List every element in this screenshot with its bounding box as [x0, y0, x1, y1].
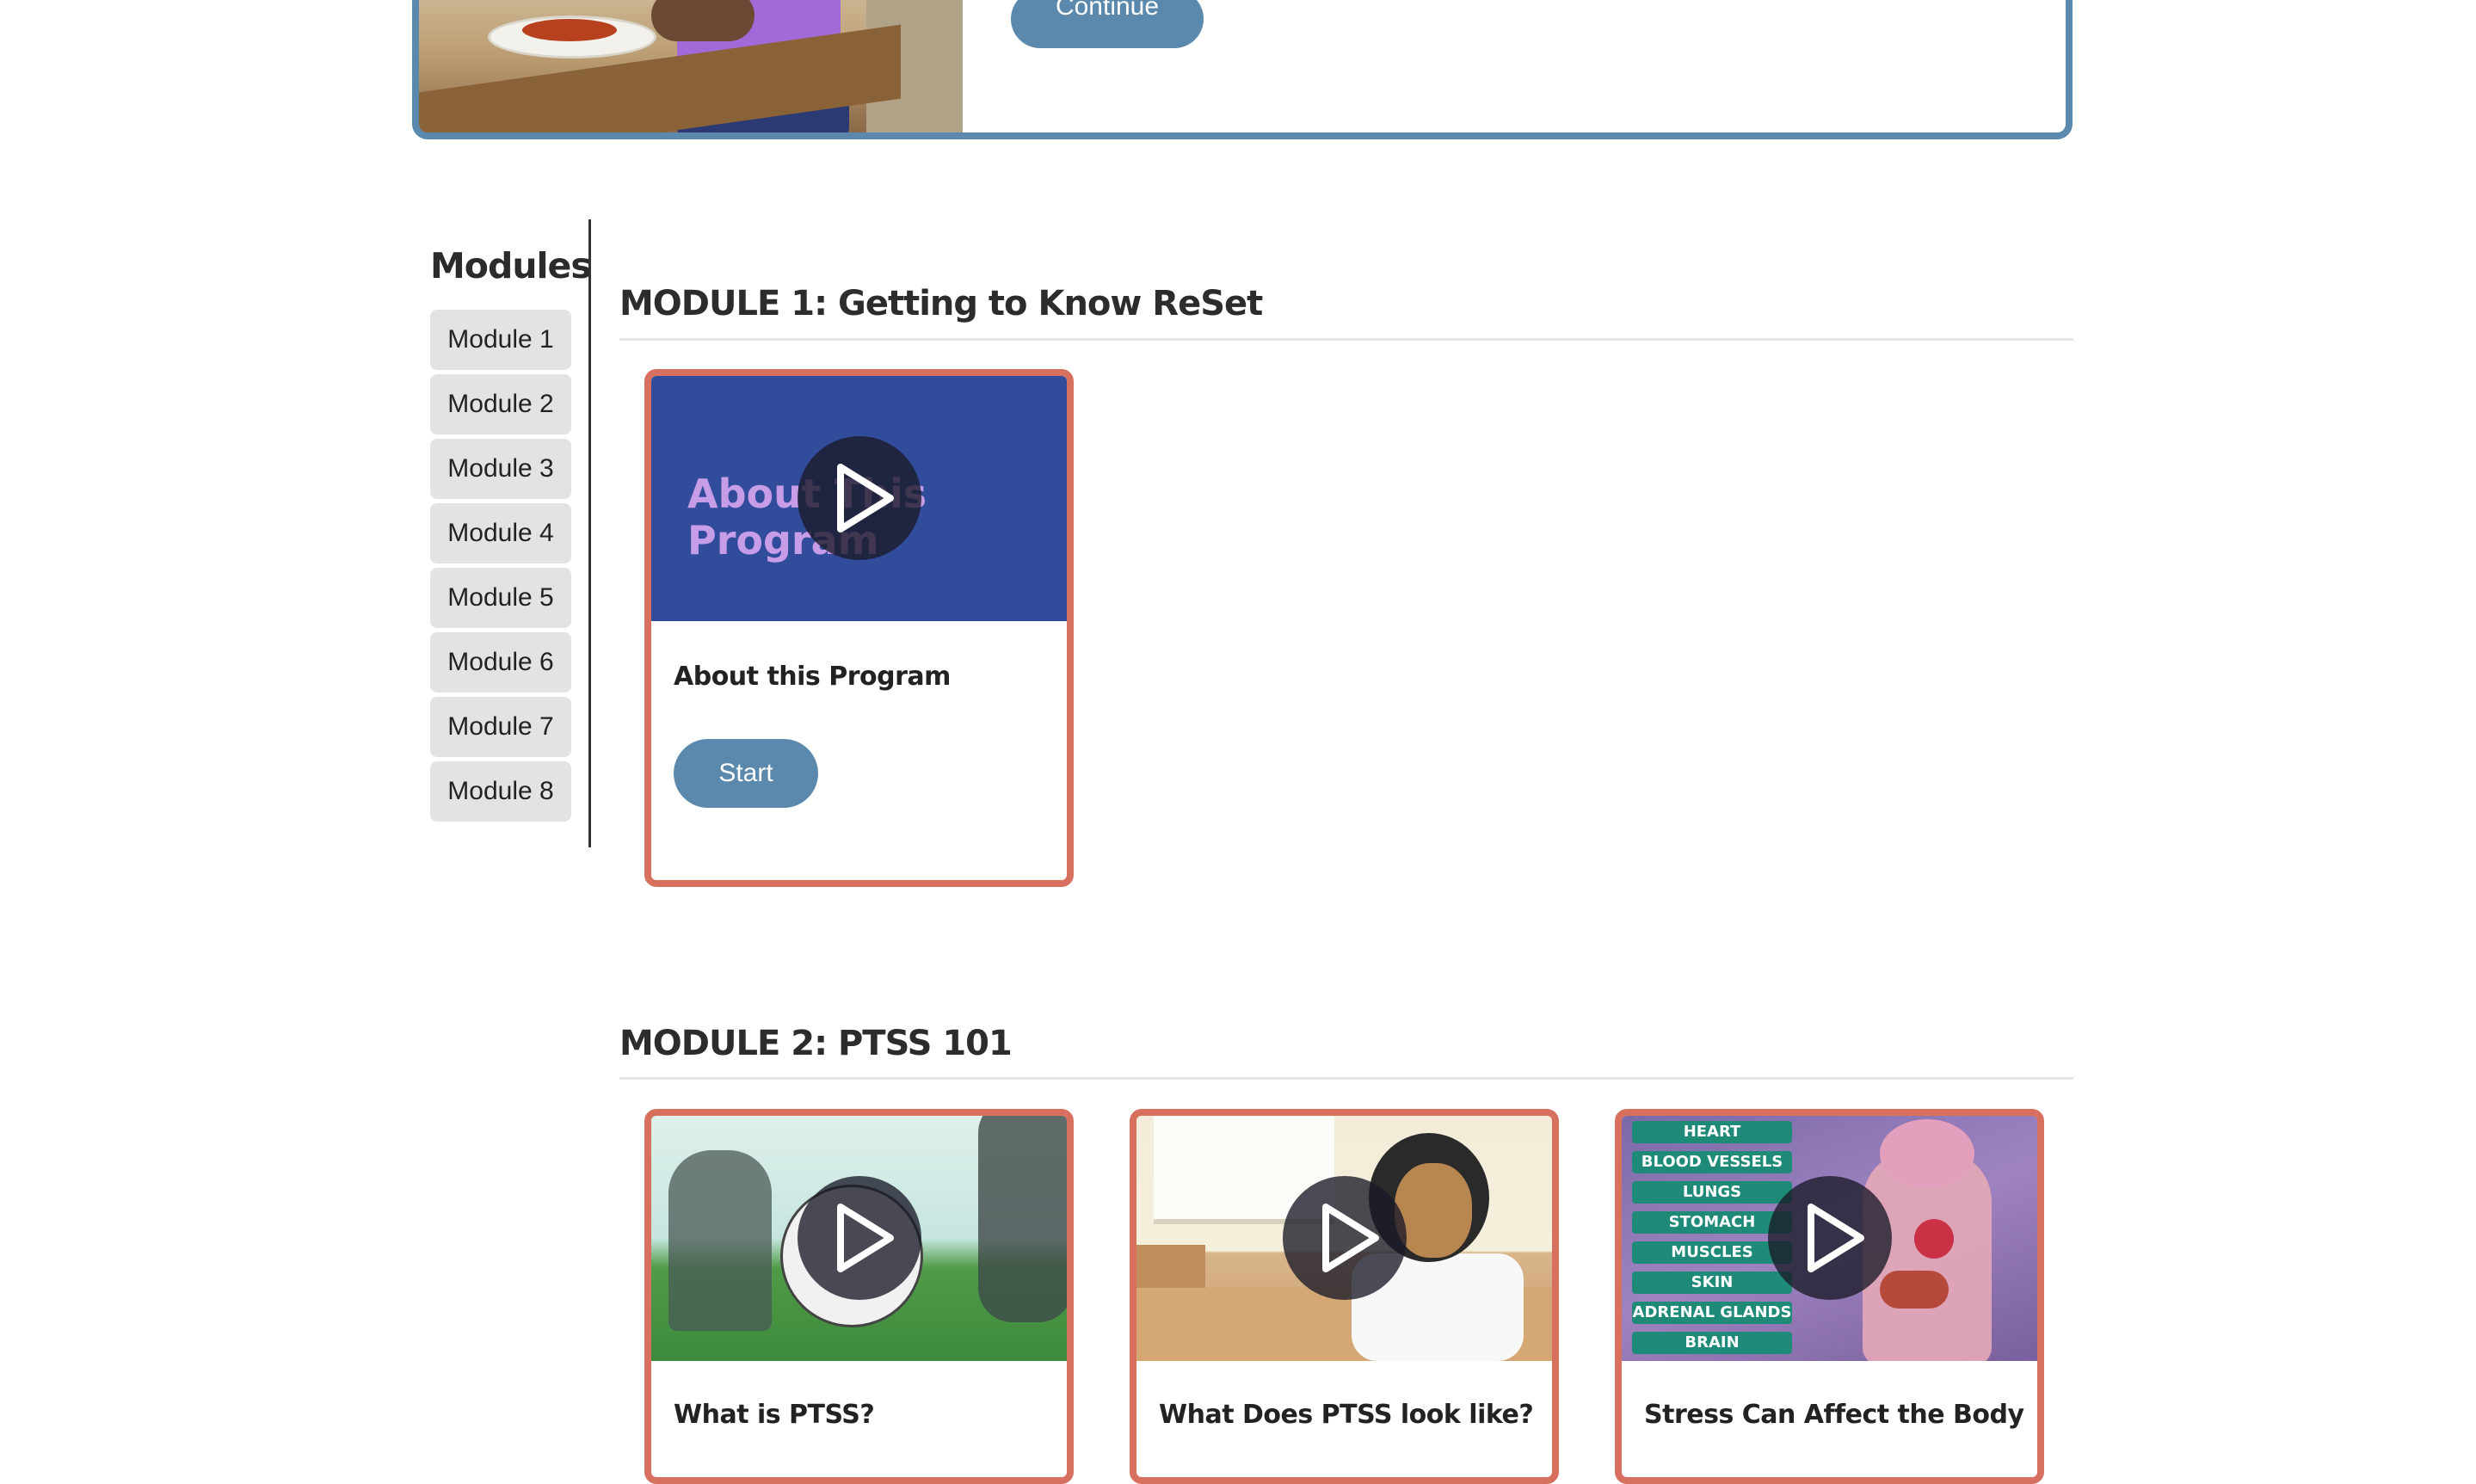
- lesson-title: What Does PTSS look like?: [1159, 1400, 1534, 1430]
- lesson-card-stress-affects-body[interactable]: HEART BLOOD VESSELS LUNGS STOMACH MUSCLE…: [1615, 1109, 2044, 1484]
- sidebar-item-module-8[interactable]: Module 8: [430, 761, 571, 822]
- body-label: HEART: [1632, 1121, 1792, 1143]
- body-label: LUNGS: [1632, 1181, 1792, 1204]
- play-icon[interactable]: [798, 1176, 921, 1300]
- body-label: BLOOD VESSELS: [1632, 1151, 1792, 1173]
- module-1-heading: MODULE 1: Getting to Know ReSet: [619, 284, 1263, 323]
- module-2-heading: MODULE 2: PTSS 101: [619, 1024, 1013, 1063]
- sidebar-item-module-6[interactable]: Module 6: [430, 632, 571, 693]
- sidebar-title: Modules: [430, 245, 592, 286]
- continue-button[interactable]: Continue: [1011, 0, 1204, 48]
- sidebar-item-module-3[interactable]: Module 3: [430, 439, 571, 499]
- lesson-card-what-is-ptss[interactable]: What is PTSS?: [644, 1109, 1074, 1484]
- play-icon[interactable]: [1768, 1176, 1892, 1300]
- lesson-thumbnail[interactable]: HEART BLOOD VESSELS LUNGS STOMACH MUSCLE…: [1622, 1116, 2037, 1361]
- sidebar-item-module-7[interactable]: Module 7: [430, 697, 571, 757]
- lesson-title: About this Program: [674, 662, 951, 692]
- sidebar-item-module-2[interactable]: Module 2: [430, 374, 571, 434]
- play-icon[interactable]: [798, 436, 921, 560]
- activity-thumbnail: [419, 0, 963, 132]
- sidebar-item-module-1[interactable]: Module 1: [430, 310, 571, 370]
- start-button[interactable]: Start: [674, 739, 818, 808]
- lesson-title: Stress Can Affect the Body: [1644, 1400, 2024, 1430]
- previous-activity-card: Continue: [412, 0, 2073, 139]
- modules-sidebar: Modules Module 1 Module 2 Module 3 Modul…: [427, 219, 592, 847]
- module-2-divider: [619, 1077, 2073, 1080]
- play-icon[interactable]: [1283, 1176, 1407, 1300]
- sidebar-item-module-4[interactable]: Module 4: [430, 503, 571, 563]
- lesson-thumbnail[interactable]: [651, 1116, 1067, 1361]
- sidebar-item-module-5[interactable]: Module 5: [430, 568, 571, 628]
- body-label: ADRENAL GLANDS: [1632, 1302, 1792, 1324]
- lesson-card-about-program[interactable]: About This Program About this Program St…: [644, 369, 1074, 887]
- body-label: SKIN: [1632, 1272, 1792, 1294]
- lesson-thumbnail[interactable]: [1136, 1116, 1552, 1361]
- lesson-card-what-does-ptss-look-like[interactable]: What Does PTSS look like?: [1130, 1109, 1559, 1484]
- body-label: BRAIN: [1632, 1332, 1792, 1354]
- lesson-title: What is PTSS?: [674, 1400, 875, 1430]
- lesson-thumbnail[interactable]: About This Program: [651, 376, 1067, 621]
- module-1-divider: [619, 338, 2073, 341]
